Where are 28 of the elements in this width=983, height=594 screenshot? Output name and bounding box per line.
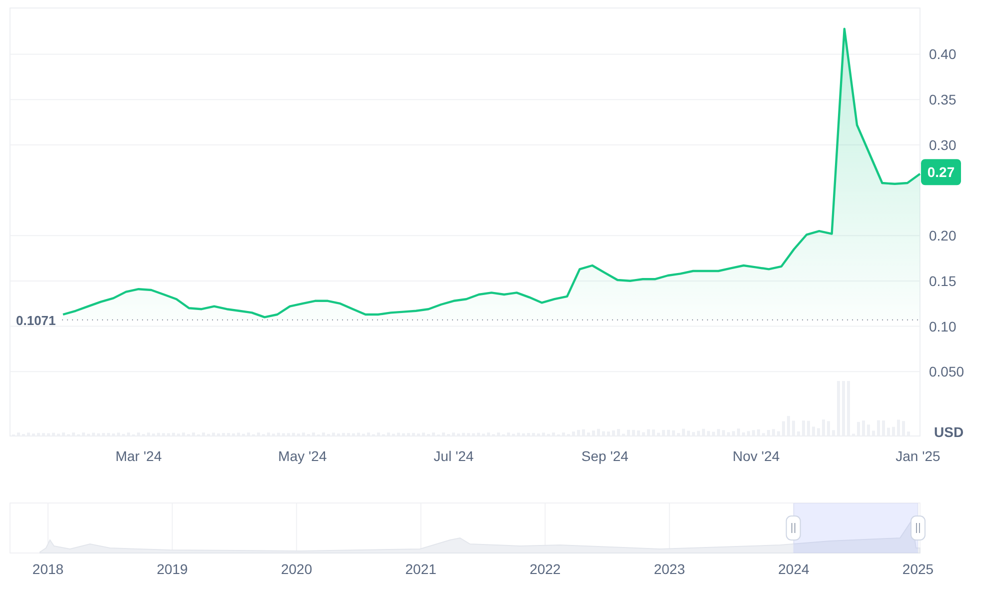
current-price-badge: 0.27 bbox=[921, 159, 961, 186]
y-axis-label: 0.10 bbox=[929, 318, 956, 334]
y-axis-label: 0.15 bbox=[929, 272, 956, 289]
x-axis-label: Nov '24 bbox=[732, 448, 780, 464]
y-axis-label: 0.35 bbox=[929, 92, 956, 108]
x-axis-label: May '24 bbox=[278, 448, 327, 464]
x-axis-label: Jan '25 bbox=[896, 448, 940, 464]
y-axis-label: 0.050 bbox=[929, 364, 964, 380]
year-label: 2022 bbox=[530, 561, 561, 577]
year-label: 2021 bbox=[405, 561, 436, 577]
year-label: 2018 bbox=[32, 561, 64, 577]
x-axis-label: Sep '24 bbox=[581, 448, 628, 464]
reference-value: 0.1071 bbox=[16, 312, 56, 328]
y-axis-label: 0.20 bbox=[929, 228, 956, 244]
annotation: 0.27 bbox=[927, 164, 955, 180]
x-axis-label: Mar '24 bbox=[116, 448, 162, 464]
currency-label: USD bbox=[934, 424, 964, 440]
year-label: 2023 bbox=[654, 561, 685, 577]
range-handle[interactable] bbox=[910, 516, 926, 540]
range-handle[interactable] bbox=[786, 516, 801, 540]
y-axis-label: 0.30 bbox=[929, 136, 956, 153]
year-label: 2020 bbox=[281, 561, 312, 577]
navigator-selection[interactable] bbox=[793, 503, 918, 553]
year-label: 2019 bbox=[156, 561, 188, 577]
year-label: 2024 bbox=[778, 561, 810, 577]
y-axis-label: 0.40 bbox=[929, 46, 956, 62]
year-label: 2025 bbox=[902, 561, 934, 577]
x-axis-label: Jul '24 bbox=[434, 448, 474, 464]
